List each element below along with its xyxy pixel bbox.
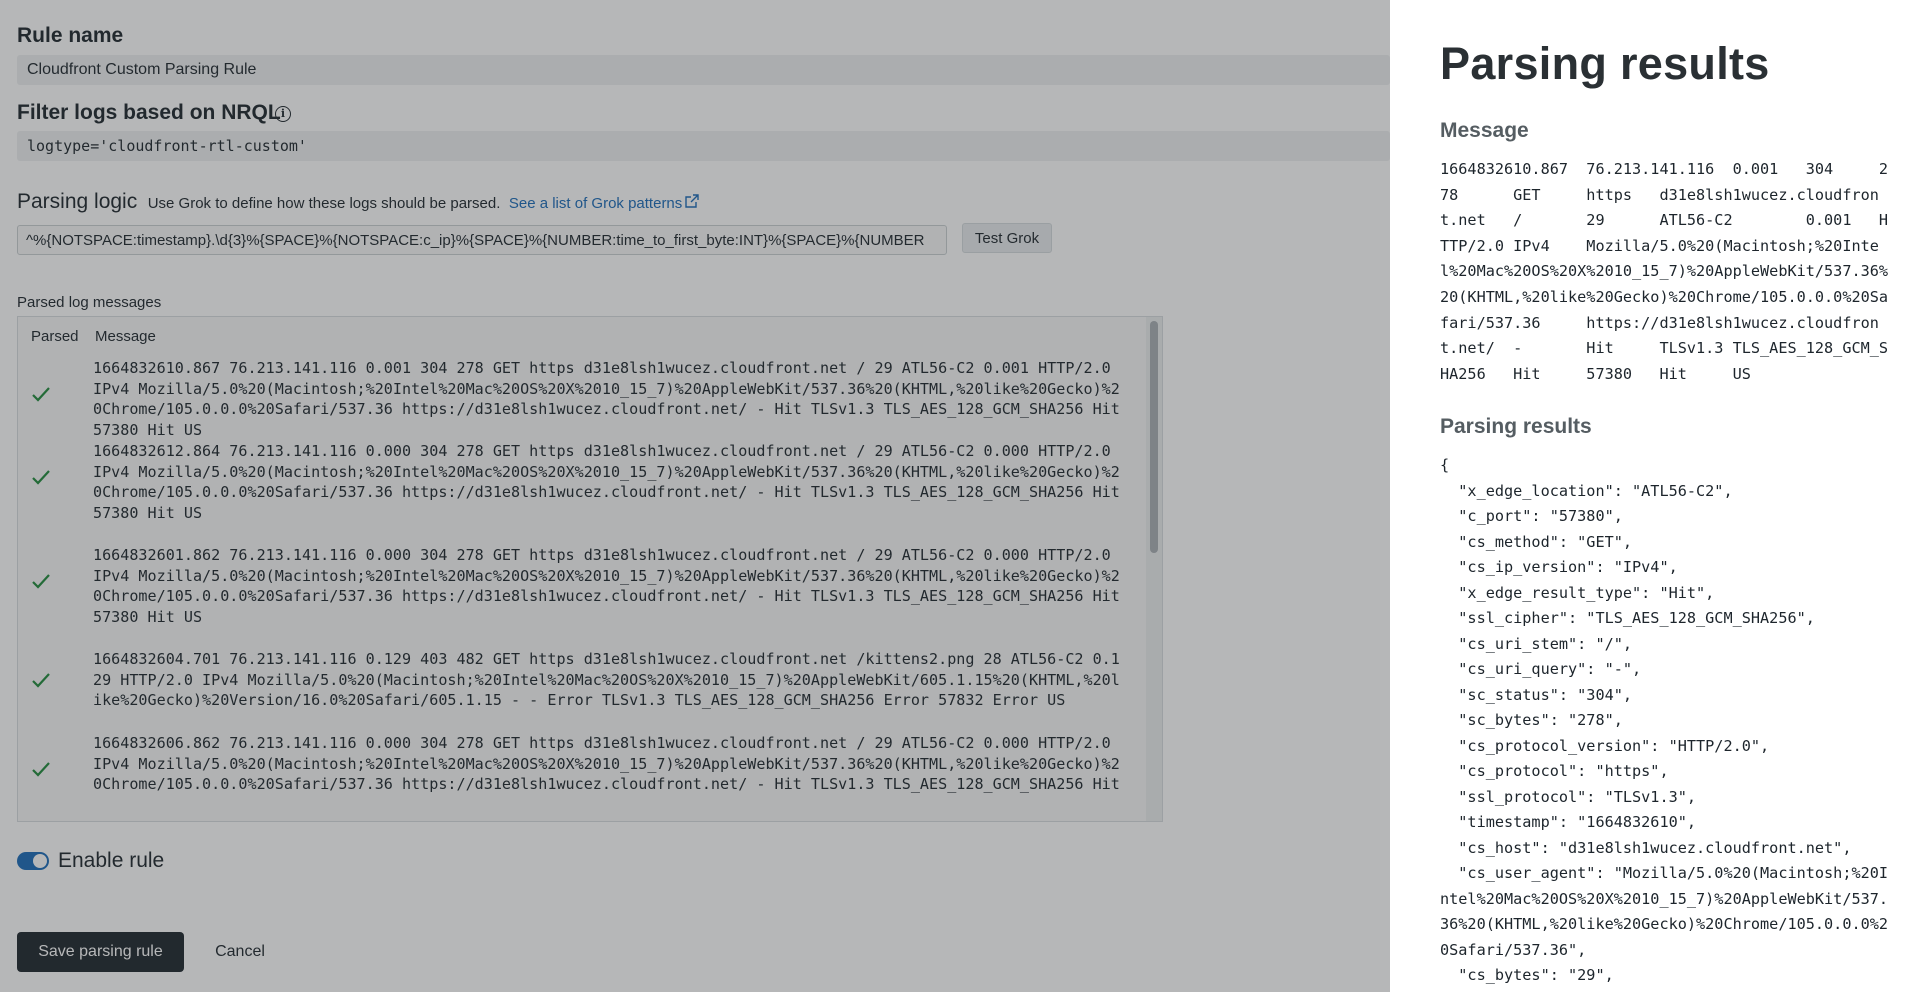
cancel-button[interactable]: Cancel <box>202 932 278 972</box>
column-header-message: Message <box>95 328 156 345</box>
check-icon <box>32 387 50 402</box>
log-message: 1664832604.701 76.213.141.116 0.129 403 … <box>93 650 1120 710</box>
parsing-results-json: { "x_edge_location": "ATL56-C2", "c_port… <box>1440 456 1889 984</box>
scrollbar-thumb[interactable] <box>1150 321 1158 553</box>
external-link-icon[interactable] <box>684 193 700 209</box>
enable-rule-label: Enable rule <box>58 849 165 872</box>
log-message: 1664832610.867 76.213.141.116 0.001 304 … <box>93 359 1120 439</box>
grok-pattern-input[interactable] <box>17 225 947 255</box>
grok-patterns-link[interactable]: See a list of Grok patterns <box>509 193 700 212</box>
message-text: 1664832610.867 76.213.141.116 0.001 304 … <box>1440 160 1889 383</box>
panel-title: Parsing results <box>1440 38 1770 89</box>
toggle-knob <box>33 854 47 868</box>
parsing-results-heading: Parsing results <box>1440 415 1592 438</box>
parsing-rule-form: Rule name Filter logs based on NRQL i Pa… <box>0 0 1390 992</box>
parsing-results-panel: Parsing results Message 1664832610.867 7… <box>1390 0 1920 992</box>
check-icon <box>32 673 50 688</box>
table-header: Parsed Message <box>18 317 1148 353</box>
test-grok-button[interactable]: Test Grok <box>962 223 1052 253</box>
parsing-logic-description: Use Grok to define how these logs should… <box>147 195 501 212</box>
filter-label: Filter logs based on NRQL <box>17 101 281 124</box>
parsing-logic-title: Parsing logic <box>17 190 138 213</box>
parsed-log-messages-label: Parsed log messages <box>17 294 162 311</box>
nrql-filter-input[interactable] <box>17 131 1390 161</box>
log-message: 1664832612.864 76.213.141.116 0.000 304 … <box>93 442 1120 522</box>
parsed-log-messages-table[interactable]: Parsed Message 1664832610.867 76.213.141… <box>17 316 1163 822</box>
log-message: 1664832606.862 76.213.141.116 0.000 304 … <box>93 734 1120 794</box>
check-icon <box>32 470 50 485</box>
rule-name-input[interactable] <box>17 55 1390 85</box>
save-parsing-rule-button[interactable]: Save parsing rule <box>17 932 184 972</box>
check-icon <box>32 762 50 777</box>
info-icon[interactable]: i <box>275 106 291 122</box>
check-icon <box>32 574 50 589</box>
scrollbar[interactable] <box>1146 317 1162 821</box>
message-heading: Message <box>1440 119 1529 142</box>
parsing-logic-header: Parsing logic Use Grok to define how the… <box>17 190 700 214</box>
enable-rule-toggle[interactable] <box>17 852 49 870</box>
log-message: 1664832601.862 76.213.141.116 0.000 304 … <box>93 546 1120 626</box>
column-header-parsed: Parsed <box>31 328 79 345</box>
grok-patterns-link-label[interactable]: See a list of Grok patterns <box>509 195 682 212</box>
rule-name-label: Rule name <box>17 24 124 47</box>
